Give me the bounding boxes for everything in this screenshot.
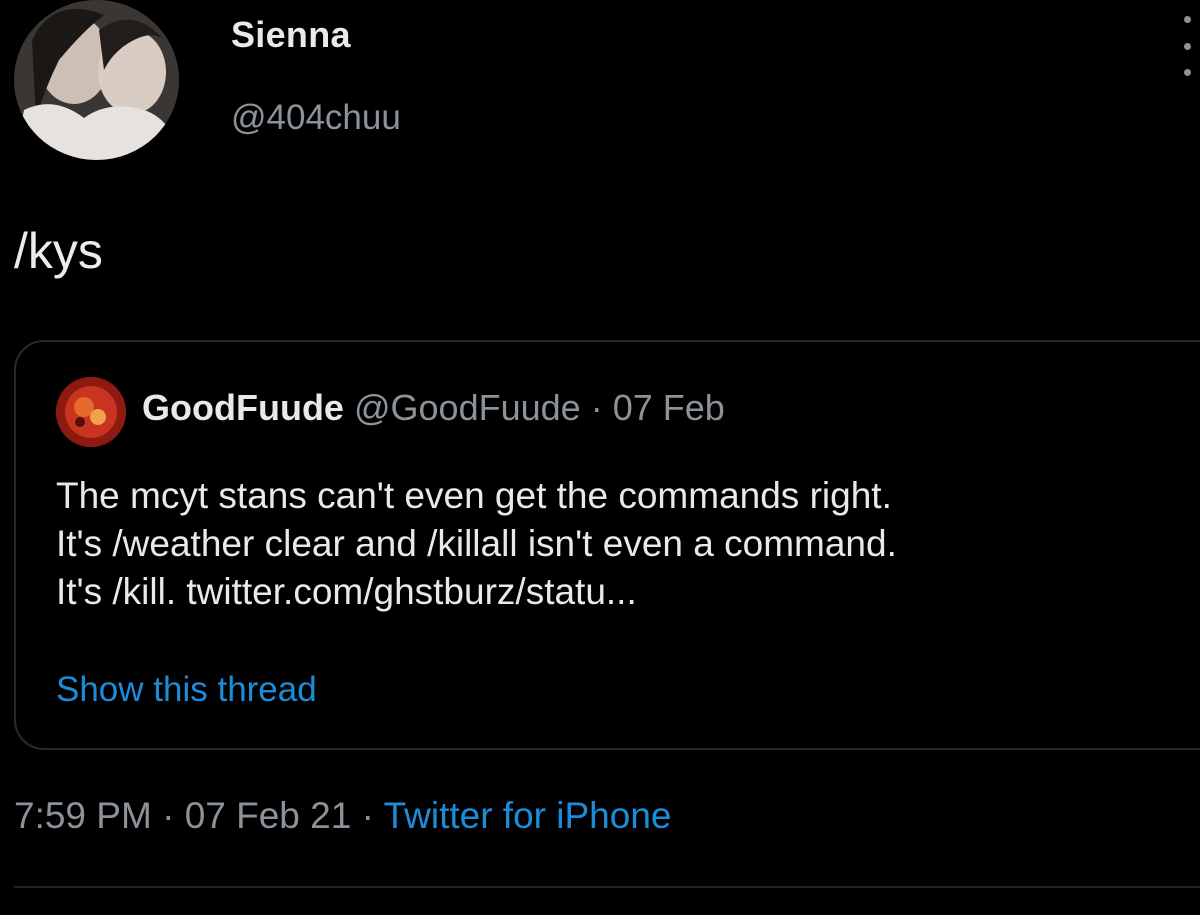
tweet-date[interactable]: 07 Feb 21 [185,795,352,836]
quote-text-line: The mcyt stans can't even get the comman… [56,475,892,516]
author-handle[interactable]: @404chuu [231,98,401,138]
more-dot [1183,42,1191,50]
more-dot [1183,16,1191,23]
tweet-meta: 7:59 PM · 07 Feb 21 · Twitter for iPhone [14,795,671,837]
meta-separator: · [162,795,175,836]
tweet: Sienna @404chuu /kys GoodFuude @GoodFuud… [0,0,1200,915]
author-avatar[interactable] [14,0,179,160]
quote-avatar-image [56,377,126,447]
quote-text: The mcyt stans can't even get the comman… [56,472,1186,616]
quote-author-name[interactable]: GoodFuude [142,387,344,428]
meta-separator: · [361,795,374,836]
quote-header: GoodFuude @GoodFuude · 07 Feb [142,387,725,429]
quote-text-line: It's /weather clear and /killall isn't e… [56,523,897,564]
more-vertical-icon[interactable] [1180,16,1194,76]
show-thread-link[interactable]: Show this thread [56,670,317,710]
tweet-time[interactable]: 7:59 PM [14,795,152,836]
quote-text-line: It's /kill. twitter.com/ghstburz/statu..… [56,571,637,612]
divider [14,886,1200,888]
more-dot [1183,69,1191,76]
quote-author-avatar[interactable] [56,377,126,447]
tweet-text: /kys [14,223,103,279]
avatar-photo [14,0,179,160]
quoted-tweet-card[interactable]: GoodFuude @GoodFuude · 07 Feb The mcyt s… [14,340,1200,750]
tweet-source-link[interactable]: Twitter for iPhone [384,795,672,836]
quote-date[interactable]: 07 Feb [613,387,725,428]
author-display-name[interactable]: Sienna [231,14,351,56]
quote-separator: · [590,387,603,428]
quote-author-handle[interactable]: @GoodFuude [354,387,581,428]
